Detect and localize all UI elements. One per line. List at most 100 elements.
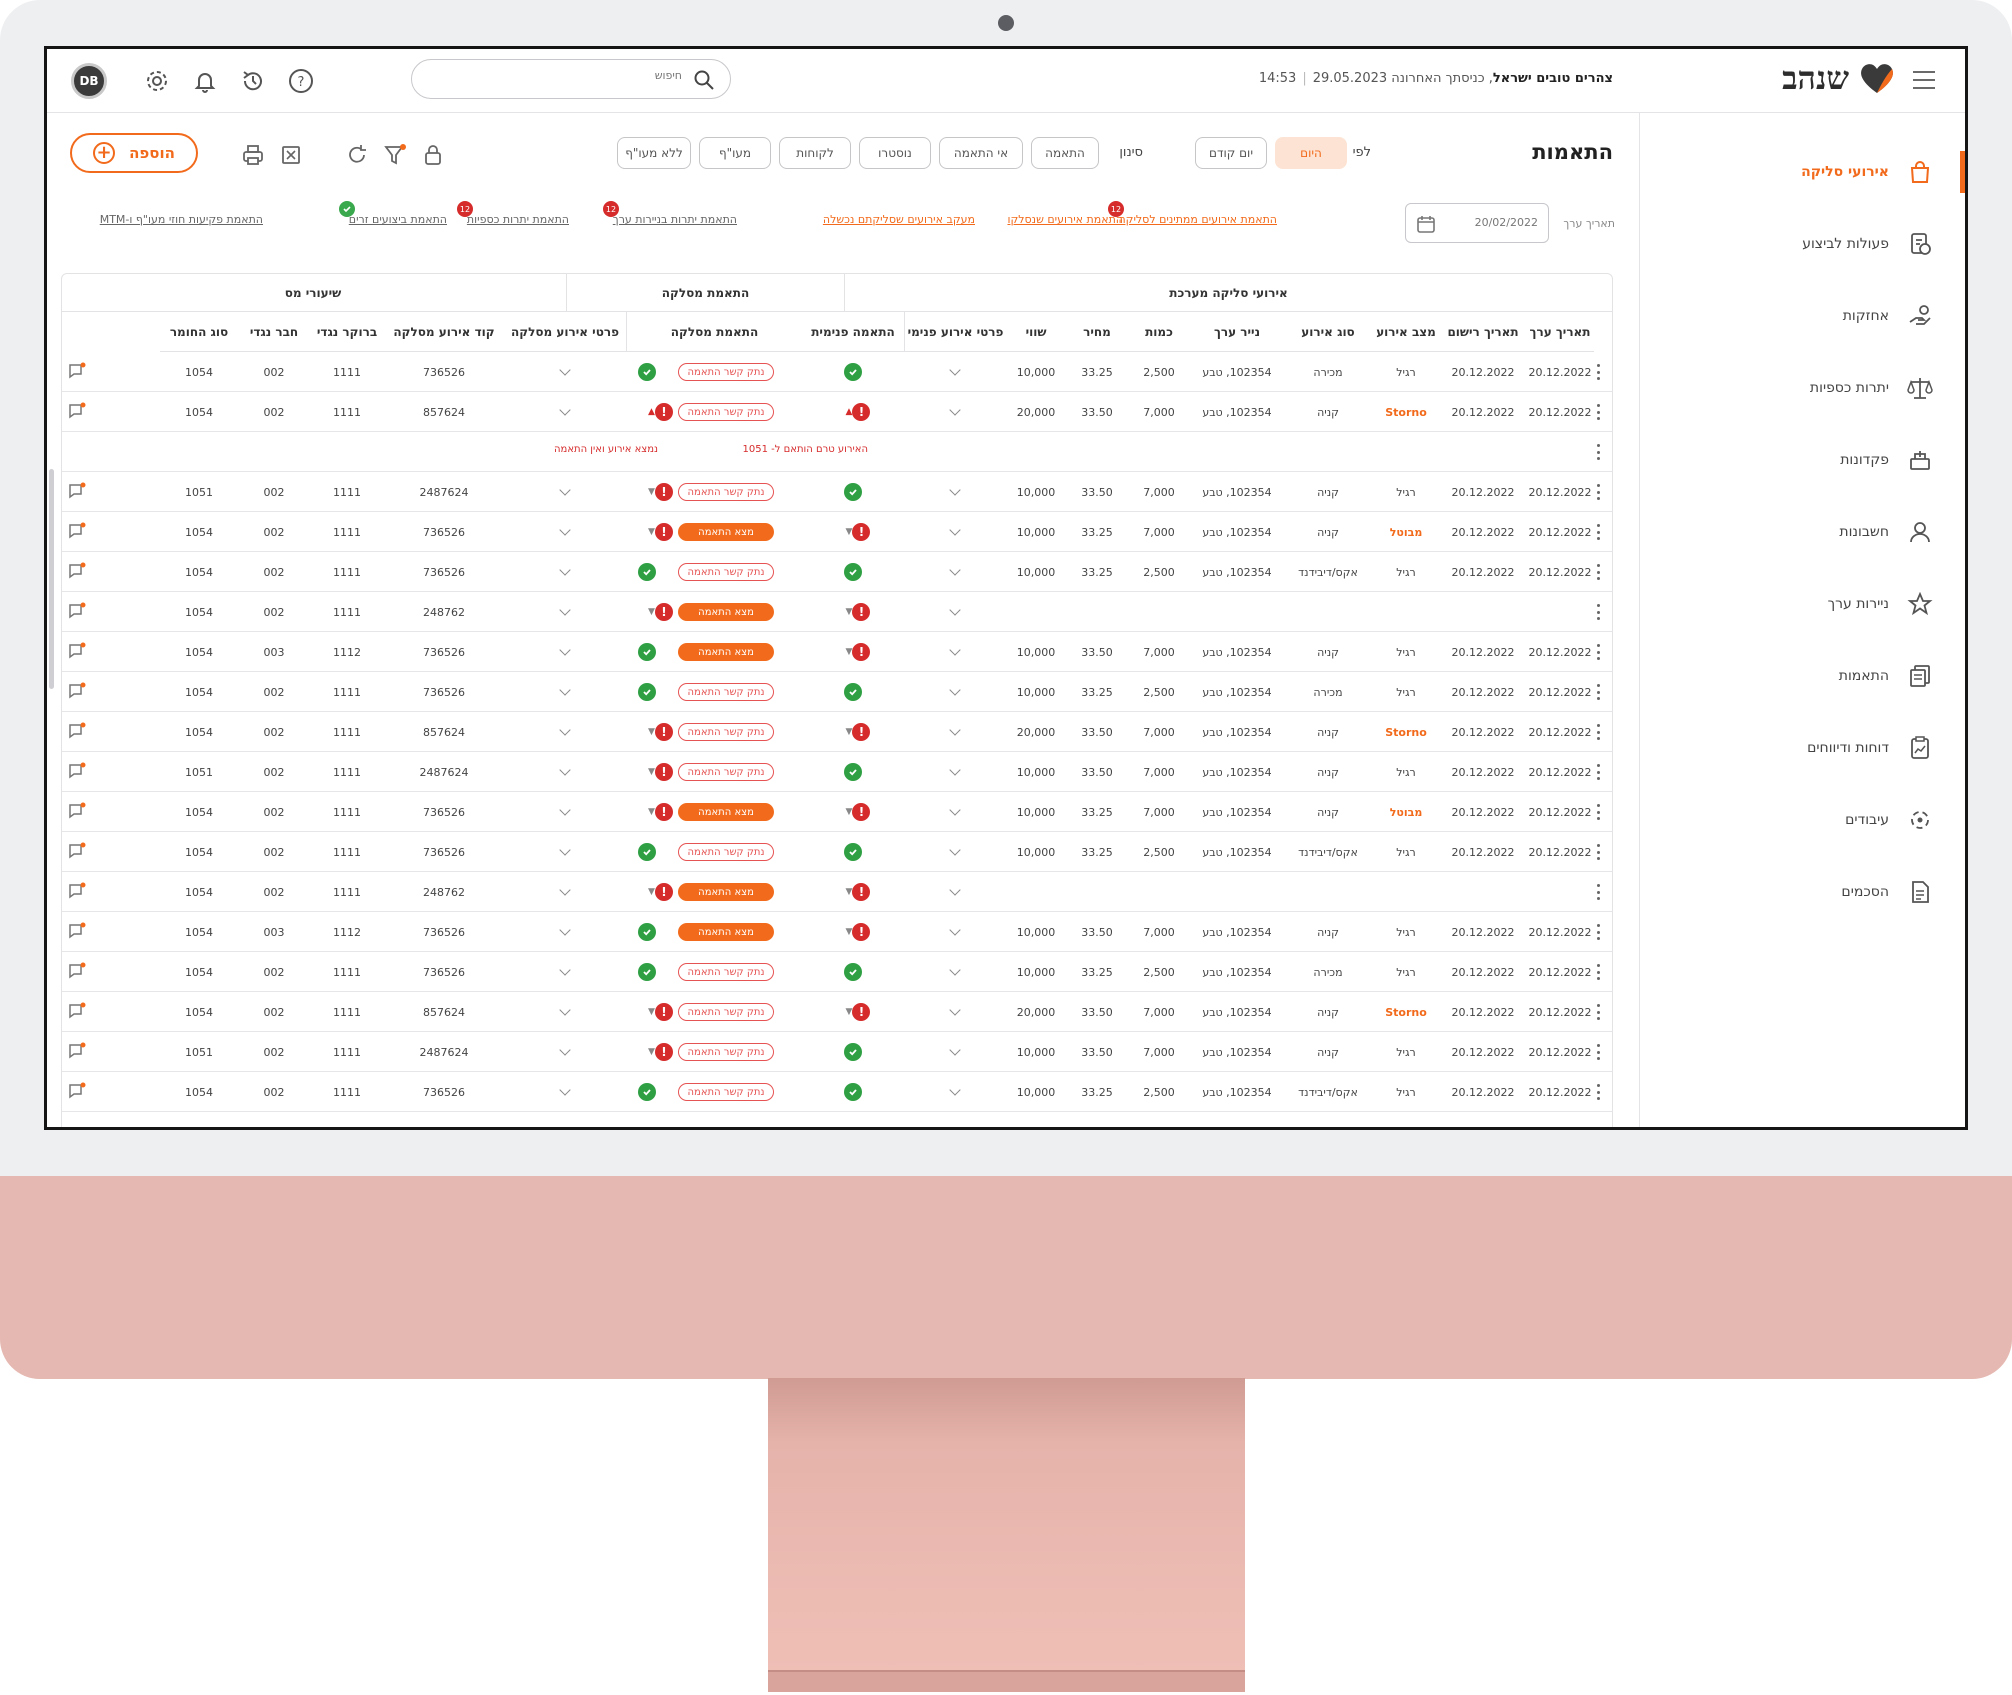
add-button[interactable]: הוספה + <box>70 133 198 173</box>
table-row[interactable]: 20.12.2022 20.12.2022 רגיל מכירה 102354, טבע… <box>62 352 1612 392</box>
chevron-down-icon[interactable] <box>949 1044 961 1056</box>
comment-flag-icon[interactable] <box>68 482 86 504</box>
kebab-menu-icon[interactable] <box>1596 1004 1600 1020</box>
internal-details-toggle[interactable] <box>904 992 1006 1032</box>
caret-icon[interactable]: ▼ <box>648 887 655 897</box>
caret-icon[interactable]: ▼ <box>648 767 655 777</box>
sidebar-item-reconciliations[interactable]: התאמות <box>1839 661 1933 691</box>
vertical-scrollbar[interactable] <box>49 469 54 689</box>
clearing-details-toggle[interactable] <box>504 712 626 752</box>
internal-details-toggle[interactable] <box>904 712 1006 752</box>
chevron-down-icon[interactable] <box>559 404 571 416</box>
internal-details-toggle[interactable] <box>904 752 1006 792</box>
column-header[interactable]: מחיר <box>1066 312 1128 352</box>
kebab-menu-icon[interactable] <box>1596 724 1600 740</box>
kebab-menu-icon[interactable] <box>1596 644 1600 660</box>
quick-link[interactable]: התאמת אירועים ממתינים לסליקה <box>1118 213 1277 226</box>
clearing-details-toggle[interactable] <box>504 392 626 432</box>
caret-icon[interactable]: ▼ <box>846 807 853 817</box>
filter-mismatch[interactable]: אי התאמה <box>939 137 1023 169</box>
comment-flag-icon[interactable] <box>68 602 86 624</box>
column-header[interactable]: ברוקר נגדי <box>310 312 384 352</box>
clearing-details-toggle[interactable] <box>504 1072 626 1112</box>
calendar-icon[interactable] <box>1416 214 1436 234</box>
chevron-down-icon[interactable] <box>949 1084 961 1096</box>
find-match-button[interactable]: מצא התאמה <box>678 523 774 541</box>
clearing-details-toggle[interactable] <box>504 832 626 872</box>
kebab-menu-icon[interactable] <box>1596 484 1600 500</box>
table-row[interactable]: ! ▼ מצא התאמה! ▼ 248762 1111 002 1054 <box>62 872 1612 912</box>
filter-icon[interactable] <box>383 143 407 167</box>
internal-details-toggle[interactable] <box>904 792 1006 832</box>
table-row[interactable]: 20.12.2022 20.12.2022 רגיל אקס/דיבידנד 10235… <box>62 552 1612 592</box>
hamburger-icon[interactable] <box>1913 71 1935 89</box>
search-icon[interactable] <box>694 70 714 90</box>
unlink-match-button[interactable]: נתק קשר התאמה <box>678 723 774 741</box>
chevron-down-icon[interactable] <box>559 804 571 816</box>
quick-link[interactable]: התאמת פקיעות חוזי מעו"ף ו-MTM <box>100 213 263 226</box>
clearing-details-toggle[interactable] <box>504 352 626 392</box>
clearing-details-toggle[interactable] <box>504 672 626 712</box>
caret-icon[interactable]: ▼ <box>648 527 655 537</box>
chevron-down-icon[interactable] <box>949 364 961 376</box>
kebab-menu-icon[interactable] <box>1596 1084 1600 1100</box>
internal-details-toggle[interactable] <box>904 472 1006 512</box>
comment-flag-icon[interactable] <box>68 642 86 664</box>
caret-icon[interactable]: ▼ <box>648 1007 655 1017</box>
chevron-down-icon[interactable] <box>559 1004 571 1016</box>
filter-nostro[interactable]: נוסטרו <box>859 137 931 169</box>
chevron-down-icon[interactable] <box>949 964 961 976</box>
chevron-down-icon[interactable] <box>559 644 571 656</box>
column-header[interactable]: כמות <box>1128 312 1190 352</box>
unlink-match-button[interactable]: נתק קשר התאמה <box>678 483 774 501</box>
history-icon[interactable] <box>239 67 267 95</box>
kebab-menu-icon[interactable] <box>1596 604 1600 620</box>
internal-details-toggle[interactable] <box>904 832 1006 872</box>
chevron-down-icon[interactable] <box>559 884 571 896</box>
column-header[interactable]: מצב אירוע <box>1372 312 1440 352</box>
column-header[interactable]: סוג החומר <box>160 312 238 352</box>
kebab-menu-icon[interactable] <box>1596 964 1600 980</box>
comment-flag-icon[interactable] <box>68 762 86 784</box>
table-row[interactable]: 20.12.2022 20.12.2022 רגיל קניה 102354, טבע 7… <box>62 472 1612 512</box>
comment-flag-icon[interactable] <box>68 1082 86 1104</box>
clearing-details-toggle[interactable] <box>504 952 626 992</box>
internal-details-toggle[interactable] <box>904 592 1006 632</box>
sidebar-item-processing[interactable]: עיבודים <box>1845 805 1933 835</box>
internal-details-toggle[interactable] <box>904 1072 1006 1112</box>
excel-icon[interactable] <box>279 143 303 167</box>
quick-link[interactable]: התאמת יתרות כספיות <box>467 213 569 226</box>
chevron-down-icon[interactable] <box>949 764 961 776</box>
chevron-down-icon[interactable] <box>949 644 961 656</box>
column-header[interactable]: התאמה פנימית <box>802 312 904 352</box>
sidebar-item-deposits[interactable]: פקדונות <box>1840 445 1933 475</box>
table-row[interactable]: 20.12.2022 20.12.2022 מבוטל קניה 102354, טבע… <box>62 512 1612 552</box>
internal-details-toggle[interactable] <box>904 952 1006 992</box>
sidebar-item-cash-balances[interactable]: יתרות כספיות <box>1810 373 1933 403</box>
unlink-match-button[interactable]: נתק קשר התאמה <box>678 763 774 781</box>
find-match-button[interactable]: מצא התאמה <box>678 603 774 621</box>
avatar[interactable]: DB <box>71 63 107 99</box>
comment-flag-icon[interactable] <box>68 682 86 704</box>
quick-link[interactable]: התאמת יתרות בניירות ערך <box>613 213 737 226</box>
internal-details-toggle[interactable] <box>904 1032 1006 1072</box>
chevron-down-icon[interactable] <box>559 604 571 616</box>
internal-details-toggle[interactable] <box>904 512 1006 552</box>
table-row[interactable]: 20.12.2022 20.12.2022 רגיל קניה 102354, טבע 7… <box>62 912 1612 952</box>
clearing-details-toggle[interactable] <box>504 792 626 832</box>
comment-flag-icon[interactable] <box>68 882 86 904</box>
internal-details-toggle[interactable] <box>904 392 1006 432</box>
find-match-button[interactable]: מצא התאמה <box>678 883 774 901</box>
chevron-down-icon[interactable] <box>949 484 961 496</box>
chevron-down-icon[interactable] <box>949 844 961 856</box>
clearing-details-toggle[interactable] <box>504 512 626 552</box>
kebab-menu-icon[interactable] <box>1596 884 1600 900</box>
chevron-down-icon[interactable] <box>559 684 571 696</box>
quick-link[interactable]: מעקב אירועים שסליקתם נכשלה <box>823 213 975 226</box>
comment-flag-icon[interactable] <box>68 522 86 544</box>
internal-details-toggle[interactable] <box>904 912 1006 952</box>
column-header[interactable]: סוג אירוע <box>1284 312 1372 352</box>
clearing-details-toggle[interactable] <box>504 992 626 1032</box>
bell-icon[interactable] <box>191 67 219 95</box>
caret-icon[interactable]: ▼ <box>648 487 655 497</box>
